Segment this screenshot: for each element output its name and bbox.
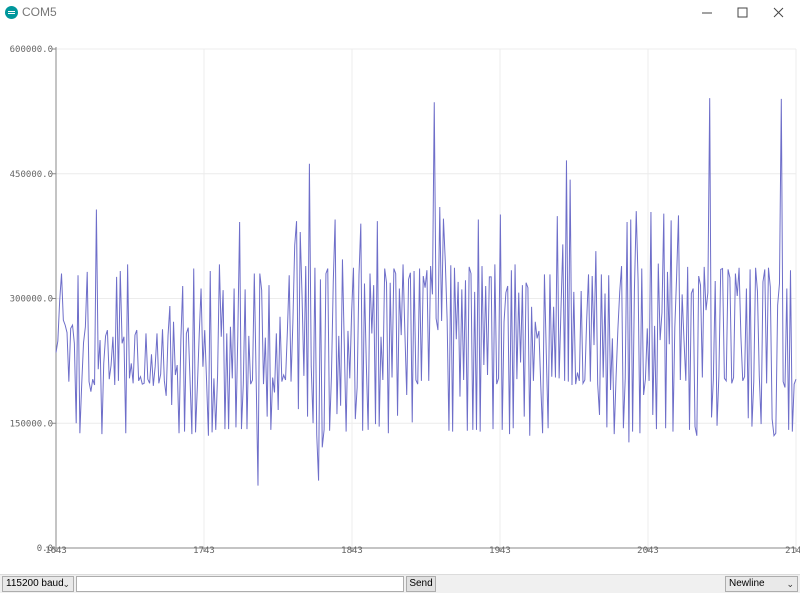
- title-bar: COM5: [0, 0, 800, 26]
- chevron-down-icon: ⌄: [62, 579, 70, 589]
- send-input[interactable]: [76, 576, 404, 592]
- x-tick-label: 1943: [489, 546, 511, 556]
- series-line: [55, 98, 797, 486]
- plot-grid: [56, 48, 797, 548]
- y-tick-label: 150000.0: [10, 419, 53, 429]
- plot-canvas: 0.0150000.0300000.0450000.0600000.0 1643…: [10, 45, 800, 556]
- maximize-icon: [737, 7, 748, 18]
- arduino-logo-icon: [5, 6, 18, 19]
- close-button[interactable]: [762, 0, 796, 26]
- x-tick-label: 1843: [341, 546, 363, 556]
- line-ending-select[interactable]: Newline ⌄: [725, 576, 798, 592]
- line-ending-value: Newline: [729, 578, 765, 589]
- serial-plotter: 0.0 150000.0 300000.0 450000.0 600000.0 1643…: [0, 26, 800, 574]
- x-tick-label: 2043: [637, 546, 659, 556]
- y-axis-ticks: 0.0150000.0300000.0450000.0600000.0: [10, 45, 53, 554]
- plot-axes: [52, 47, 797, 552]
- maximize-button[interactable]: [725, 0, 759, 26]
- minimize-icon: [702, 12, 712, 14]
- y-tick-label: 300000.0: [10, 295, 53, 305]
- close-icon: [773, 7, 784, 18]
- bottom-toolbar: 115200 baud ⌄ Send Newline ⌄: [0, 574, 800, 593]
- send-button[interactable]: Send: [406, 576, 436, 592]
- window-title: COM5: [22, 5, 57, 19]
- chevron-down-icon: ⌄: [786, 579, 794, 589]
- x-tick-label: 2143: [785, 546, 800, 556]
- baud-rate-select[interactable]: 115200 baud ⌄: [2, 576, 74, 592]
- baud-rate-value: 115200 baud: [6, 578, 64, 589]
- y-tick-label: 450000.0: [10, 170, 53, 180]
- minimize-button[interactable]: [690, 0, 724, 26]
- x-tick-label: 1743: [193, 546, 215, 556]
- y-tick-label: 600000.0: [10, 45, 53, 55]
- x-tick-label: 1643: [45, 546, 67, 556]
